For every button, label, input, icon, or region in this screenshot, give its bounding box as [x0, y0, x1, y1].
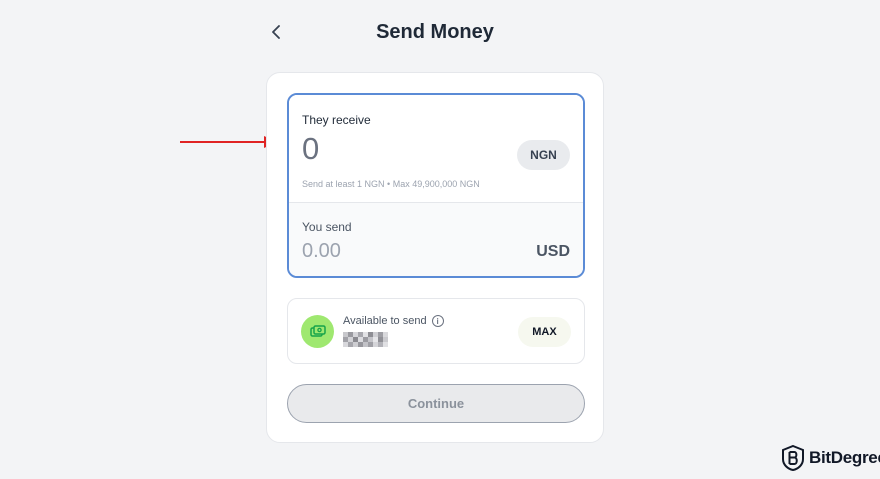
send-label: You send — [302, 220, 352, 234]
annotation-arrow-icon — [180, 136, 277, 148]
continue-button[interactable]: Continue — [287, 384, 585, 423]
watermark-brand: BitDegree — [809, 448, 880, 467]
send-amount-input[interactable]: 0.00 — [302, 240, 341, 263]
receive-section[interactable]: They receive 0 NGN Send at least 1 NGN •… — [289, 95, 583, 202]
send-money-card: They receive 0 NGN Send at least 1 NGN •… — [266, 72, 604, 443]
wallet-icon — [301, 315, 334, 348]
send-section[interactable]: You send 0.00 USD — [289, 202, 583, 276]
page-title: Send Money — [376, 21, 494, 43]
max-button[interactable]: MAX — [518, 317, 571, 347]
amount-panel: They receive 0 NGN Send at least 1 NGN •… — [287, 93, 585, 278]
available-balance-panel: Available to send i MAX — [287, 298, 585, 364]
receive-label: They receive — [302, 113, 371, 127]
watermark: BitDegree — [782, 445, 880, 471]
info-icon[interactable]: i — [431, 315, 444, 327]
send-currency-label: USD — [536, 243, 570, 260]
bitdegree-logo-icon — [782, 445, 804, 471]
available-label-row: Available to send i — [343, 315, 444, 327]
limits-text: Send at least 1 NGN • Max 49,900,000 NGN — [302, 179, 480, 189]
masked-balance — [343, 332, 388, 347]
available-label: Available to send — [343, 315, 427, 327]
receive-currency-selector[interactable]: NGN — [517, 140, 570, 170]
receive-amount-input[interactable]: 0 — [302, 131, 319, 167]
